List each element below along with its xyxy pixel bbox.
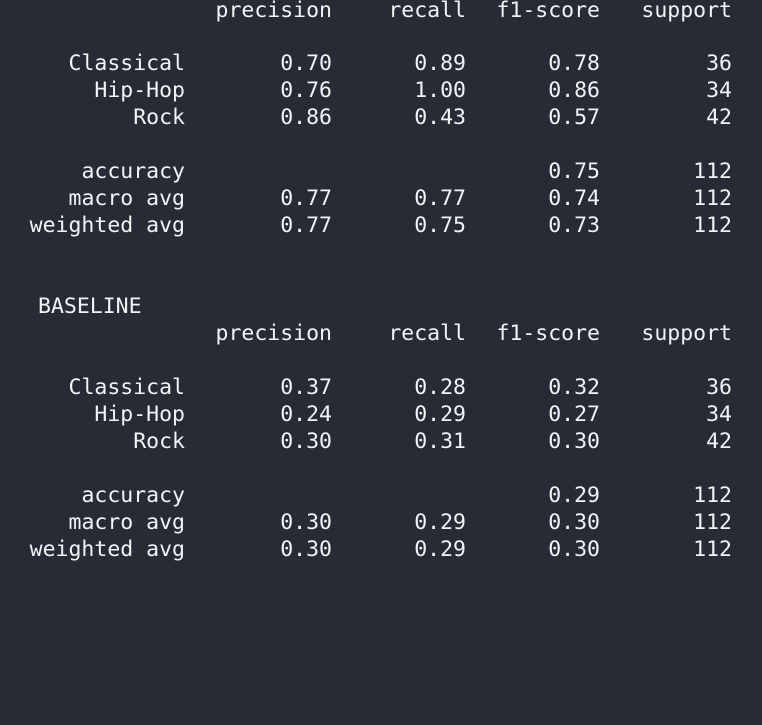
table-row: Rock 0.86 0.43 0.57 42 [0,104,762,131]
precision-value: 0.30 [280,537,332,562]
table-row: Classical 0.37 0.28 0.32 36 [0,374,762,401]
f1-value: 0.30 [548,537,600,562]
f1-value: 0.73 [548,213,600,238]
precision-value: 0.24 [280,402,332,427]
f1-value: 0.30 [548,510,600,535]
table-row: Hip-Hop 0.24 0.29 0.27 34 [0,401,762,428]
report-header-row: precision recall f1-score support [0,0,762,24]
table-row: accuracy 0.75 112 [0,158,762,185]
support-header: support [641,0,732,23]
table-row: macro avg 0.30 0.29 0.30 112 [0,509,762,536]
precision-value: 0.37 [280,375,332,400]
precision-value: 0.30 [280,429,332,454]
recall-value: 0.43 [414,105,466,130]
f1-score-header: f1-score [496,0,600,23]
f1-value: 0.27 [548,402,600,427]
row-label: Classical [68,51,186,76]
recall-value: 0.29 [414,510,466,535]
f1-value: 0.30 [548,429,600,454]
support-value: 42 [706,105,732,130]
table-row: weighted avg 0.77 0.75 0.73 112 [0,212,762,239]
recall-value: 0.75 [414,213,466,238]
precision-value: 0.86 [280,105,332,130]
support-value: 112 [693,186,732,211]
row-label: Rock [133,105,185,130]
precision-value: 0.77 [280,213,332,238]
recall-value: 0.31 [414,429,466,454]
support-value: 36 [706,51,732,76]
terminal-output: precision recall f1-score support Classi… [0,0,762,579]
f1-value: 0.74 [548,186,600,211]
f1-value: 0.75 [548,159,600,184]
precision-value: 0.77 [280,186,332,211]
section-title-row: BASELINE [0,293,762,320]
table-row: weighted avg 0.30 0.29 0.30 112 [0,536,762,563]
precision-value: 0.70 [280,51,332,76]
f1-value: 0.86 [548,78,600,103]
recall-value: 1.00 [414,78,466,103]
f1-value: 0.57 [548,105,600,130]
support-value: 34 [706,402,732,427]
support-value: 34 [706,78,732,103]
baseline-title: BASELINE [38,294,142,319]
row-label: macro avg [68,510,186,535]
row-label: macro avg [68,186,186,211]
recall-value: 0.29 [414,402,466,427]
support-value: 112 [693,537,732,562]
f1-value: 0.32 [548,375,600,400]
precision-header: precision [215,321,333,346]
support-value: 112 [693,483,732,508]
support-header: support [641,321,732,346]
table-row: Hip-Hop 0.76 1.00 0.86 34 [0,77,762,104]
support-value: 112 [693,213,732,238]
precision-header: precision [215,0,333,23]
report-header-row: precision recall f1-score support [0,320,762,347]
row-label: weighted avg [29,537,185,562]
table-row: macro avg 0.77 0.77 0.74 112 [0,185,762,212]
table-row: Classical 0.70 0.89 0.78 36 [0,50,762,77]
recall-value: 0.29 [414,537,466,562]
table-row: accuracy 0.29 112 [0,482,762,509]
f1-score-header: f1-score [496,321,600,346]
recall-value: 0.77 [414,186,466,211]
support-value: 42 [706,429,732,454]
row-label: Hip-Hop [94,402,185,427]
row-label: accuracy [81,159,185,184]
table-row: Rock 0.30 0.31 0.30 42 [0,428,762,455]
row-label: Hip-Hop [94,78,185,103]
recall-header: recall [388,0,466,23]
recall-value: 0.89 [414,51,466,76]
f1-value: 0.78 [548,51,600,76]
row-label: Rock [133,429,185,454]
row-label: weighted avg [29,213,185,238]
precision-value: 0.30 [280,510,332,535]
recall-value: 0.28 [414,375,466,400]
row-label: accuracy [81,483,185,508]
support-value: 112 [693,510,732,535]
support-value: 36 [706,375,732,400]
support-value: 112 [693,159,732,184]
f1-value: 0.29 [548,483,600,508]
row-label: Classical [68,375,186,400]
precision-value: 0.76 [280,78,332,103]
recall-header: recall [388,321,466,346]
